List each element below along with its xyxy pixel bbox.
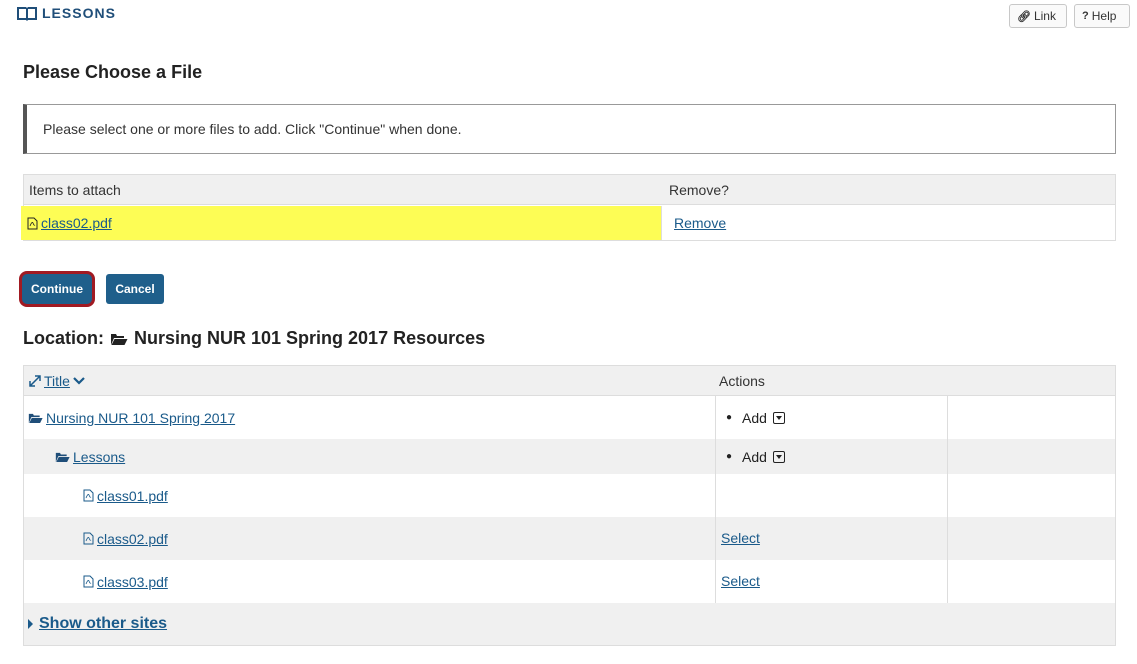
folder-link[interactable]: Nursing NUR 101 Spring 2017 [46, 410, 235, 426]
link-icon: 🔗︎ [1017, 10, 1031, 23]
link-button-label: Link [1033, 9, 1056, 23]
table-row: Nursing NUR 101 Spring 2017 ● Add [24, 396, 1115, 439]
folder-open-icon [28, 413, 43, 423]
help-button-label: Help [1091, 9, 1117, 23]
question-icon: ? [1082, 10, 1089, 22]
expand-icon [29, 374, 41, 387]
show-other-sites-link[interactable]: Show other sites [39, 615, 167, 633]
caret-right-icon [28, 619, 33, 629]
attach-file-cell: class02.pdf [21, 206, 662, 240]
table-row: class02.pdf Select [24, 517, 1115, 560]
col-remove: Remove? [669, 181, 729, 198]
actions-cell [716, 474, 948, 517]
bullet-icon: ● [726, 451, 733, 462]
title-sort-link[interactable]: Title [44, 373, 70, 389]
tool-title: LESSONS [16, 4, 116, 22]
file-link[interactable]: class02.pdf [97, 531, 168, 547]
chevron-down-icon [73, 376, 85, 385]
attach-row: class02.pdf Remove [21, 205, 1115, 241]
resource-table-header: Title Actions [24, 366, 1115, 396]
add-label: Add [742, 448, 767, 465]
file-link[interactable]: class03.pdf [97, 574, 168, 590]
title-cell: class01.pdf [24, 474, 716, 517]
dropdown-icon[interactable] [772, 411, 785, 424]
title-cell: class03.pdf [24, 560, 716, 603]
title-cell: Nursing NUR 101 Spring 2017 [24, 396, 716, 439]
instruction-text: Please select one or more files to add. … [43, 121, 462, 137]
file-link[interactable]: class01.pdf [97, 488, 168, 504]
add-menu[interactable]: ● Add [721, 449, 785, 465]
help-button[interactable]: ? Help [1074, 4, 1130, 28]
cancel-button[interactable]: Cancel [106, 274, 164, 304]
table-row: class03.pdf Select [24, 560, 1115, 603]
select-link[interactable]: Select [721, 530, 760, 546]
show-other-sites[interactable]: Show other sites [24, 603, 1115, 645]
page-title: Please Choose a File [23, 62, 203, 82]
add-label: Add [742, 409, 767, 426]
location-name: Nursing NUR 101 Spring 2017 Resources [134, 328, 486, 348]
instruction-box: Please select one or more files to add. … [23, 104, 1116, 154]
col-items-to-attach: Items to attach [29, 181, 121, 198]
pdf-file-icon [83, 489, 94, 502]
table-row: Lessons ● Add [24, 439, 1115, 474]
remove-cell: Remove [662, 205, 726, 241]
actions-cell: ● Add [716, 396, 948, 439]
tool-title-label: LESSONS [42, 5, 116, 21]
remove-link[interactable]: Remove [674, 215, 726, 231]
dropdown-icon[interactable] [772, 450, 785, 463]
continue-button[interactable]: Continue [22, 274, 92, 304]
location-heading: Location: Nursing NUR 101 Spring 2017 Re… [23, 328, 485, 349]
actions-cell: Select [716, 517, 948, 560]
folder-open-icon [55, 452, 70, 462]
attach-table-header: Items to attach Remove? [24, 175, 1115, 205]
folder-link[interactable]: Lessons [73, 449, 125, 465]
folder-open-icon [111, 333, 128, 345]
add-menu[interactable]: ● Add [721, 410, 785, 426]
bullet-icon: ● [726, 412, 733, 423]
resource-table: Title Actions Nursing NUR 101 Spring 201… [23, 365, 1116, 646]
actions-cell: Select [716, 560, 948, 603]
table-row: class01.pdf [24, 474, 1115, 517]
pdf-file-icon [83, 575, 94, 588]
pdf-file-icon [27, 217, 38, 229]
attach-file-link[interactable]: class02.pdf [41, 215, 112, 231]
pdf-file-icon [83, 532, 94, 545]
title-cell: Lessons [24, 439, 716, 474]
book-icon [17, 7, 37, 21]
title-cell: class02.pdf [24, 517, 716, 560]
title-column-header[interactable]: Title [24, 373, 715, 389]
link-button[interactable]: 🔗︎ Link [1009, 4, 1067, 28]
actions-column-header: Actions [719, 372, 765, 389]
attach-table: Items to attach Remove? class02.pdf Remo… [21, 174, 1116, 241]
select-link[interactable]: Select [721, 573, 760, 589]
location-label: Location: [23, 328, 104, 348]
actions-cell: ● Add [716, 439, 948, 474]
